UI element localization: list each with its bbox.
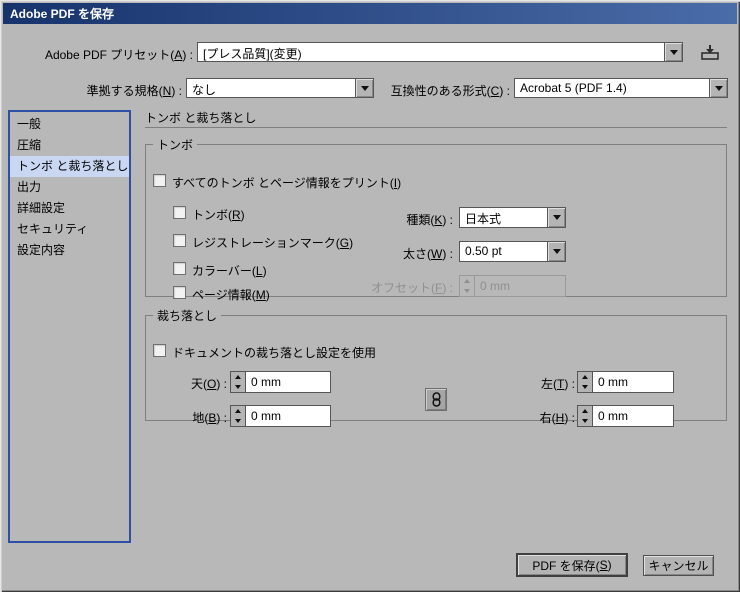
standard-label: 準拠する規格(N) : xyxy=(40,82,182,99)
compatibility-combobox[interactable]: Acrobat 5 (PDF 1.4) xyxy=(514,78,728,98)
sidebar-item-summary[interactable]: 設定内容 xyxy=(10,240,129,261)
spinner-arrows xyxy=(460,276,475,296)
category-listbox: 一般 圧縮 トンボ と裁ち落とし 出力 詳細設定 セキュリティ 設定内容 xyxy=(8,110,131,543)
marks-type-label: 種類(K) : xyxy=(326,211,453,228)
preset-label: Adobe PDF プリセット(A) : xyxy=(8,46,193,63)
marks-offset-spinner: 0 mm xyxy=(459,275,566,297)
spinner-up-icon xyxy=(464,279,470,283)
link-bleed-values-button[interactable] xyxy=(425,388,447,411)
bleed-top-value[interactable]: 0 mm xyxy=(246,372,330,392)
cancel-button[interactable]: キャンセル xyxy=(643,555,714,576)
dialog-title: Adobe PDF を保存 xyxy=(10,5,114,22)
sidebar-item-compression[interactable]: 圧縮 xyxy=(10,135,129,156)
chevron-down-icon xyxy=(553,249,561,254)
panel-title-divider xyxy=(145,127,727,128)
save-pdf-button[interactable]: PDF を保存(S) xyxy=(516,553,628,577)
bleed-right-label: 右(H) : xyxy=(531,409,575,426)
use-document-bleed-checkbox[interactable] xyxy=(153,344,166,357)
marks-weight-value: 0.50 pt xyxy=(460,242,547,261)
spinner-down-icon xyxy=(464,289,470,293)
preset-dropdown-button[interactable] xyxy=(664,43,682,61)
sidebar-item-general[interactable]: 一般 xyxy=(10,114,129,135)
spinner-up-icon xyxy=(582,375,588,379)
bleed-group-legend: 裁ち落とし xyxy=(153,307,221,324)
spinner-up-icon xyxy=(235,409,241,413)
trim-marks-label: トンボ(R) xyxy=(192,206,245,223)
page-info-checkbox[interactable] xyxy=(173,286,186,299)
bleed-left-spinner[interactable]: 0 mm xyxy=(577,371,674,393)
spinner-up-icon xyxy=(235,375,241,379)
chevron-down-icon xyxy=(715,86,723,91)
titlebar[interactable]: Adobe PDF を保存 xyxy=(3,3,737,24)
sidebar-item-output[interactable]: 出力 xyxy=(10,177,129,198)
sidebar-item-security[interactable]: セキュリティ xyxy=(10,219,129,240)
color-bars-label: カラーバー(L) xyxy=(192,262,267,279)
chain-link-icon xyxy=(432,392,441,407)
marks-weight-label: 太さ(W) : xyxy=(326,245,453,262)
spinner-arrows[interactable] xyxy=(578,372,593,392)
bleed-top-label: 天(O) : xyxy=(166,375,227,392)
spinner-up-icon xyxy=(582,409,588,413)
spinner-arrows[interactable] xyxy=(231,406,246,426)
spinner-down-icon xyxy=(235,419,241,423)
marks-group-legend: トンボ xyxy=(153,136,197,153)
save-preset-icon xyxy=(699,44,721,61)
spinner-down-icon xyxy=(235,385,241,389)
use-document-bleed-label: ドキュメントの裁ち落とし設定を使用 xyxy=(172,344,376,361)
marks-type-dropdown-button[interactable] xyxy=(547,208,565,227)
bleed-left-value[interactable]: 0 mm xyxy=(593,372,673,392)
compatibility-value: Acrobat 5 (PDF 1.4) xyxy=(515,79,709,97)
registration-marks-checkbox[interactable] xyxy=(173,234,186,247)
bleed-bottom-spinner[interactable]: 0 mm xyxy=(230,405,331,427)
chevron-down-icon xyxy=(670,50,678,55)
page-info-label: ページ情報(M) xyxy=(192,286,270,303)
compatibility-dropdown-button[interactable] xyxy=(709,79,727,97)
marks-group: トンボ すべてのトンボ とページ情報をプリント(I) トンボ(R) レジストレー… xyxy=(145,136,727,297)
color-bars-checkbox[interactable] xyxy=(173,262,186,275)
bleed-top-spinner[interactable]: 0 mm xyxy=(230,371,331,393)
marks-type-combobox[interactable]: 日本式 xyxy=(459,207,566,228)
standard-value: なし xyxy=(187,79,355,97)
preset-value: [プレス品質](変更) xyxy=(198,43,664,61)
marks-weight-combobox[interactable]: 0.50 pt xyxy=(459,241,566,262)
standard-combobox[interactable]: なし xyxy=(186,78,374,98)
chevron-down-icon xyxy=(553,215,561,220)
chevron-down-icon xyxy=(361,86,369,91)
bleed-right-spinner[interactable]: 0 mm xyxy=(577,405,674,427)
marks-type-value: 日本式 xyxy=(460,208,547,227)
bleed-left-label: 左(T) : xyxy=(531,375,575,392)
bleed-bottom-label: 地(B) : xyxy=(166,409,227,426)
panel-title: トンボ と裁ち落とし xyxy=(145,109,256,126)
spinner-down-icon xyxy=(582,419,588,423)
preset-combobox[interactable]: [プレス品質](変更) xyxy=(197,42,683,62)
bleed-right-value[interactable]: 0 mm xyxy=(593,406,673,426)
sidebar-item-advanced[interactable]: 詳細設定 xyxy=(10,198,129,219)
save-preset-button[interactable] xyxy=(694,42,726,63)
trim-marks-checkbox[interactable] xyxy=(173,206,186,219)
all-marks-label: すべてのトンボ とページ情報をプリント(I) xyxy=(172,174,401,191)
standard-dropdown-button[interactable] xyxy=(355,79,373,97)
bleed-group: 裁ち落とし ドキュメントの裁ち落とし設定を使用 天(O) : 0 mm 地(B)… xyxy=(145,307,727,421)
marks-offset-label: オフセット(F) : xyxy=(326,279,453,296)
compatibility-label: 互換性のある形式(C) : xyxy=(386,82,510,99)
all-marks-checkbox[interactable] xyxy=(153,174,166,187)
marks-weight-dropdown-button[interactable] xyxy=(547,242,565,261)
save-adobe-pdf-dialog: Adobe PDF を保存 Adobe PDF プリセット(A) : [プレス品… xyxy=(0,0,740,592)
spinner-down-icon xyxy=(582,385,588,389)
marks-offset-value: 0 mm xyxy=(475,276,565,296)
spinner-arrows[interactable] xyxy=(578,406,593,426)
spinner-arrows[interactable] xyxy=(231,372,246,392)
sidebar-item-marks-and-bleeds[interactable]: トンボ と裁ち落とし xyxy=(10,156,129,177)
bleed-bottom-value[interactable]: 0 mm xyxy=(246,406,330,426)
